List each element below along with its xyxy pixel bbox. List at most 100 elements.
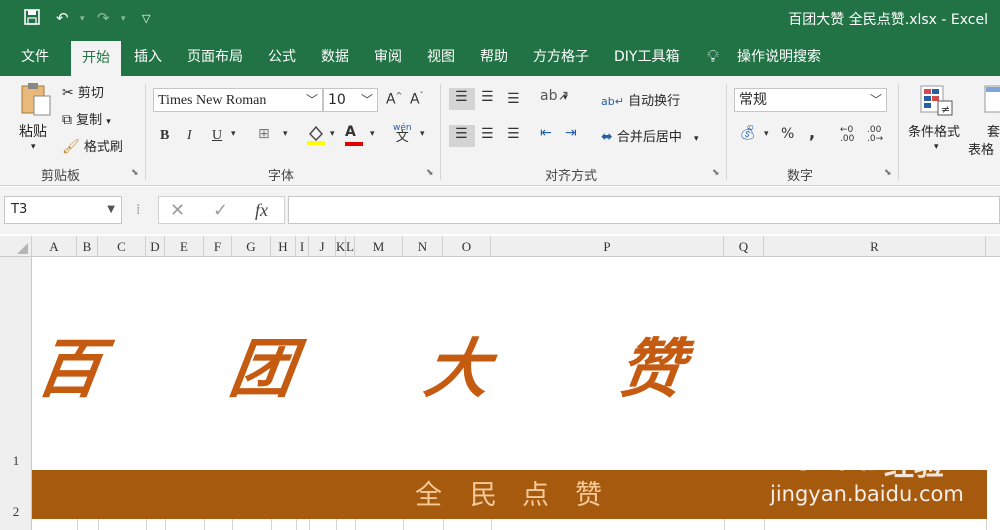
tab-file[interactable]: 文件 xyxy=(21,38,49,76)
fill-color-dropdown-icon[interactable]: ▾ xyxy=(330,129,335,139)
column-header-d[interactable]: D xyxy=(146,236,165,257)
increase-indent-icon[interactable]: ⇥ xyxy=(565,125,577,141)
column-header-a[interactable]: A xyxy=(32,236,77,257)
tab-review[interactable]: 审阅 xyxy=(374,38,402,76)
font-name-dropdown[interactable]: Times New Roman ﹀ xyxy=(153,88,323,112)
formula-input[interactable] xyxy=(288,196,1000,224)
undo-dropdown-icon[interactable]: ▾ xyxy=(80,14,85,24)
align-right-icon[interactable]: ☰ xyxy=(507,126,520,142)
tab-insert[interactable]: 插入 xyxy=(134,38,162,76)
row-3-cells[interactable] xyxy=(32,519,1000,530)
format-painter-label: 格式刷 xyxy=(83,140,123,155)
font-color-icon[interactable]: A xyxy=(345,124,363,146)
copy-icon: ⧉ xyxy=(62,112,72,128)
accounting-icon[interactable]: 💰︎ xyxy=(739,125,757,141)
column-header-n[interactable]: N xyxy=(403,236,443,257)
wrap-text-button[interactable]: ab↵ 自动换行 xyxy=(601,90,680,109)
column-header-f[interactable]: F xyxy=(204,236,232,257)
tab-fangfang[interactable]: 方方格子 xyxy=(533,38,589,76)
subtitle-char: 民 xyxy=(470,480,497,511)
column-header-k[interactable]: K xyxy=(336,236,346,257)
tab-page-layout[interactable]: 页面布局 xyxy=(187,38,243,76)
column-header-i[interactable]: I xyxy=(296,236,309,257)
chevron-down-icon: ﹀ xyxy=(869,93,882,107)
save-icon[interactable] xyxy=(24,9,40,29)
select-all-button[interactable] xyxy=(0,236,32,257)
column-header-q[interactable]: Q xyxy=(724,236,764,257)
decrease-decimal-label: .0 xyxy=(867,134,876,144)
column-header-g[interactable]: G xyxy=(232,236,271,257)
font-size-dropdown[interactable]: 10 ﹀ xyxy=(323,88,378,112)
column-header-c[interactable]: C xyxy=(98,236,146,257)
column-header-p[interactable]: P xyxy=(491,236,724,257)
percent-button[interactable]: % xyxy=(781,126,794,142)
column-header-m[interactable]: M xyxy=(355,236,403,257)
decrease-font-icon[interactable]: Aˇ xyxy=(410,91,424,108)
column-header-l[interactable]: L xyxy=(346,236,355,257)
accounting-dropdown-icon[interactable]: ▾ xyxy=(764,129,769,139)
align-left-icon: ☰ xyxy=(455,126,468,142)
enter-icon[interactable]: ✓ xyxy=(213,200,228,221)
font-size-value: 10 xyxy=(328,92,346,108)
tab-home[interactable]: 开始 xyxy=(71,38,121,76)
undo-icon[interactable]: ↶ xyxy=(56,9,69,27)
tab-formulas[interactable]: 公式 xyxy=(268,38,296,76)
increase-decimal-button[interactable]: ←0.00 xyxy=(840,126,854,144)
font-launcher-icon[interactable]: ⬊ xyxy=(426,168,434,178)
underline-button[interactable]: U xyxy=(212,128,222,144)
borders-icon[interactable]: ⊞ xyxy=(258,126,270,142)
fill-color-icon[interactable] xyxy=(306,124,326,150)
cut-button[interactable]: ✂ 剪切 xyxy=(62,82,104,101)
column-header-r[interactable]: R xyxy=(764,236,986,257)
bold-button[interactable]: B xyxy=(160,128,169,144)
column-header-b[interactable]: B xyxy=(77,236,98,257)
cancel-icon[interactable]: ✕ xyxy=(170,200,185,221)
more-options-icon[interactable]: ⁞ xyxy=(136,202,140,218)
title-char: 大 xyxy=(419,333,495,407)
separator xyxy=(726,84,727,180)
insert-function-icon[interactable]: fx xyxy=(255,200,268,221)
tab-help[interactable]: 帮助 xyxy=(480,38,508,76)
column-header-e[interactable]: E xyxy=(165,236,204,257)
name-box[interactable]: T3 ▼ xyxy=(4,196,122,224)
lightbulb-icon: 💡︎ xyxy=(707,47,719,67)
decrease-indent-icon[interactable]: ⇤ xyxy=(540,125,552,141)
orientation-dropdown-icon[interactable]: ▾ xyxy=(563,93,568,103)
column-header-j[interactable]: J xyxy=(309,236,336,257)
row-header-1[interactable]: 1 xyxy=(0,453,32,469)
gridline xyxy=(403,519,404,530)
comma-button[interactable]: , xyxy=(809,123,815,142)
row-header-2[interactable]: 2 xyxy=(0,504,32,520)
font-color-dropdown-icon[interactable]: ▾ xyxy=(370,129,375,139)
watermark-url: jingyan.baidu.com xyxy=(770,482,964,506)
align-middle-icon[interactable]: ☰ xyxy=(481,89,494,105)
align-center-icon[interactable]: ☰ xyxy=(481,126,494,142)
redo-icon[interactable]: ↷ xyxy=(97,9,110,27)
tab-data[interactable]: 数据 xyxy=(321,38,349,76)
format-painter-button[interactable]: 🖌︎ 格式刷 xyxy=(62,136,123,155)
copy-button[interactable]: ⧉ 复制 ▾ xyxy=(62,109,111,128)
alignment-launcher-icon[interactable]: ⬊ xyxy=(712,168,720,178)
italic-button[interactable]: I xyxy=(187,128,192,144)
phonetic-dropdown-icon[interactable]: ▾ xyxy=(420,129,425,139)
number-group-label: 数字 xyxy=(787,169,814,184)
number-launcher-icon[interactable]: ⬊ xyxy=(884,168,892,178)
align-bottom-icon[interactable]: ☰ xyxy=(507,91,520,107)
number-format-dropdown[interactable]: 常规 ﹀ xyxy=(734,88,887,112)
increase-font-icon[interactable]: A^ xyxy=(386,91,402,108)
clipboard-launcher-icon[interactable]: ⬊ xyxy=(131,168,139,178)
gridline xyxy=(204,519,205,530)
tab-diy-toolbox[interactable]: DIY工具箱 xyxy=(614,38,679,76)
borders-dropdown-icon[interactable]: ▾ xyxy=(283,129,288,139)
phonetic-icon[interactable]: wén 文 xyxy=(393,123,412,144)
gridline xyxy=(309,519,310,530)
decrease-decimal-button[interactable]: .00.0→ xyxy=(867,126,883,144)
column-header-o[interactable]: O xyxy=(443,236,491,257)
customize-qat-icon[interactable]: ▽ xyxy=(142,12,150,25)
redo-dropdown-icon[interactable]: ▾ xyxy=(121,14,126,24)
column-header-h[interactable]: H xyxy=(271,236,296,257)
tab-view[interactable]: 视图 xyxy=(427,38,455,76)
merge-center-button[interactable]: ⬌ 合并后居中 ▾ xyxy=(601,126,699,145)
tell-me-search[interactable]: 操作说明搜索 xyxy=(737,38,821,76)
underline-dropdown-icon[interactable]: ▾ xyxy=(231,129,236,139)
